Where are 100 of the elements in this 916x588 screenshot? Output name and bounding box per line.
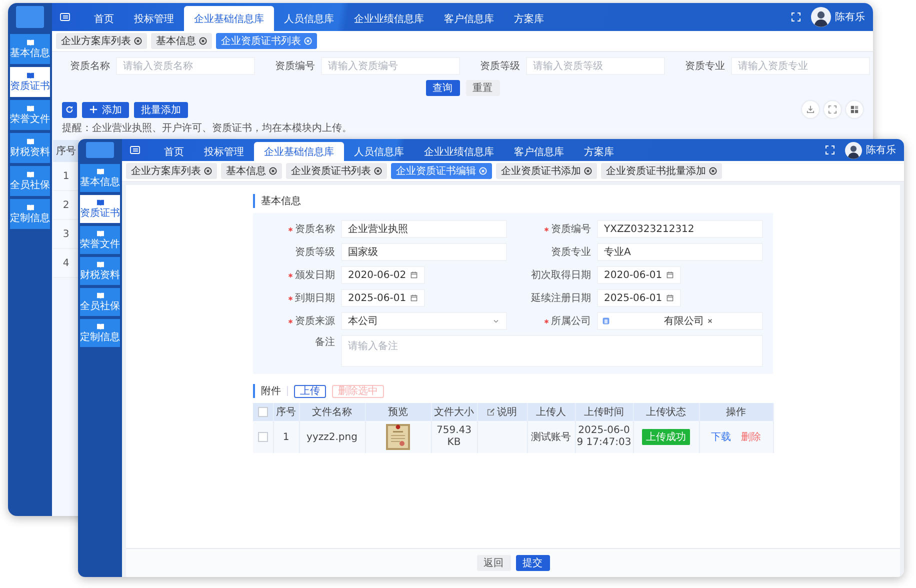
column-header: 文件名称 [312, 407, 352, 418]
reset-button[interactable]: 重置 [466, 80, 500, 96]
download-button[interactable] [802, 101, 819, 118]
refresh-button[interactable] [62, 102, 77, 118]
field-label: 延续注册日期 [531, 292, 591, 305]
page-tab[interactable]: 基本信息 [221, 163, 282, 179]
search-field[interactable]: 请输入资质名称 [116, 57, 255, 75]
page-tab[interactable]: 企业资质证书编辑 [391, 163, 492, 179]
date-field[interactable]: 2020-06-02 [341, 266, 425, 284]
nav-tab[interactable]: 首页 [154, 142, 194, 161]
nav-tab[interactable]: 方案库 [574, 142, 624, 161]
sidebar-item[interactable]: 全员社保 [80, 288, 120, 316]
upload-button[interactable]: 上传 [294, 384, 326, 398]
search-field[interactable]: 请输入资质编号 [321, 57, 460, 75]
checkbox[interactable] [258, 432, 268, 442]
sidebar-item[interactable]: 全员社保 [10, 166, 50, 196]
field-label: 备注 [315, 336, 335, 349]
nav-tab[interactable]: 客户信息库 [434, 6, 504, 31]
menu-icon[interactable] [60, 13, 70, 21]
tag-field[interactable]: 有限公司 [597, 312, 763, 330]
nav-tab[interactable]: 企业业绩信息库 [414, 142, 504, 161]
sidebar-item[interactable]: 财税资料 [80, 257, 120, 285]
close-icon[interactable] [709, 167, 717, 175]
calendar-icon[interactable] [666, 271, 674, 279]
sidebar-item[interactable]: 定制信息 [80, 319, 120, 347]
close-icon[interactable] [584, 167, 592, 175]
search-field[interactable]: 请输入资质等级 [526, 57, 665, 75]
back-button[interactable]: 返回 [476, 555, 510, 571]
select-field[interactable]: 本公司 [341, 312, 507, 330]
menu-icon[interactable] [130, 146, 140, 154]
calendar-icon[interactable] [410, 271, 418, 279]
fullscreen-icon [828, 105, 837, 114]
text-field[interactable]: 专业A [597, 243, 763, 261]
field-label: 所属公司 [551, 314, 591, 328]
close-icon[interactable] [706, 317, 714, 325]
field-label: 资质名称 [295, 222, 335, 236]
close-icon[interactable] [204, 167, 212, 175]
sidebar-item[interactable]: 定制信息 [10, 199, 50, 229]
checkbox[interactable] [258, 406, 268, 417]
download-icon [806, 105, 815, 114]
page-tab[interactable]: 企业资质证书添加 [496, 163, 597, 179]
submit-button[interactable]: 提交 [516, 555, 550, 571]
remark-field[interactable]: 请输入备注 [341, 335, 763, 367]
nav-tab[interactable]: 投标管理 [124, 6, 184, 31]
book-icon [96, 168, 104, 175]
nav-tab[interactable]: 企业业绩信息库 [344, 6, 434, 31]
search-field[interactable]: 请输入资质专业 [731, 57, 870, 75]
date-field[interactable]: 2025-06-01 [341, 289, 425, 307]
hint-text: 提醒：企业营业执照、开户许可、资质证书，均在本模块内上传。 [62, 123, 353, 135]
date-field[interactable]: 2020-06-01 [597, 266, 681, 284]
avatar[interactable] [845, 142, 862, 158]
nav-tab[interactable]: 投标管理 [194, 142, 254, 161]
text-field[interactable]: 国家级 [341, 243, 507, 261]
add-button[interactable]: 添加 [82, 102, 129, 118]
text-field[interactable]: 企业营业执照 [341, 220, 507, 238]
fullscreen-icon[interactable] [791, 12, 801, 22]
page-tab[interactable]: 企业资质证书列表 [216, 33, 317, 49]
fullscreen-button[interactable] [824, 101, 841, 118]
column-header: 预览 [388, 407, 408, 418]
page-tab[interactable]: 企业资质证书列表 [286, 163, 387, 179]
nav-tab[interactable]: 人员信息库 [344, 142, 414, 161]
calendar-icon[interactable] [666, 294, 674, 302]
close-icon[interactable] [199, 37, 207, 45]
close-icon[interactable] [269, 167, 277, 175]
download-link[interactable]: 下载 [711, 430, 731, 444]
page-tab[interactable]: 企业方案库列表 [56, 33, 147, 49]
sidebar-item[interactable]: 荣誉文件 [10, 100, 50, 130]
sidebar-item[interactable]: 基本信息 [80, 164, 120, 192]
columns-button[interactable] [846, 101, 863, 118]
sidebar-item[interactable]: 荣誉文件 [80, 226, 120, 254]
sidebar-item[interactable]: 基本信息 [10, 34, 50, 64]
search-button[interactable]: 查询 [426, 80, 460, 96]
sidebar-item[interactable]: 财税资料 [10, 133, 50, 163]
table-cell: yyzz2.png [306, 432, 358, 442]
nav-tab[interactable]: 人员信息库 [274, 6, 344, 31]
status-tag: 上传成功 [642, 429, 690, 445]
book-icon [26, 105, 34, 112]
avatar[interactable] [811, 7, 831, 27]
page-tab[interactable]: 企业方案库列表 [126, 163, 217, 179]
sidebar-item[interactable]: 资质证书 [80, 195, 120, 223]
book-icon [96, 199, 104, 206]
batch-add-button[interactable]: 批量添加 [134, 102, 188, 118]
column-header: 上传时间 [584, 407, 624, 418]
page-tab[interactable]: 企业资质证书批量添加 [601, 163, 722, 179]
nav-tab[interactable]: 企业基础信息库 [254, 142, 344, 161]
text-field[interactable]: YXZZ0323212312 [597, 220, 763, 238]
fullscreen-icon[interactable] [825, 145, 835, 155]
nav-tab[interactable]: 方案库 [504, 6, 554, 31]
nav-tab[interactable]: 客户信息库 [504, 142, 574, 161]
field-label: 初次取得日期 [531, 268, 591, 282]
table-cell: 测试账号 [531, 432, 571, 443]
sidebar-item[interactable]: 资质证书 [10, 67, 50, 97]
calendar-icon[interactable] [410, 294, 418, 302]
close-icon[interactable] [374, 167, 382, 175]
book-icon [26, 171, 34, 178]
nav-tab[interactable]: 首页 [84, 6, 124, 31]
nav-tab[interactable]: 企业基础信息库 [184, 6, 274, 31]
date-field[interactable]: 2025-06-01 [597, 289, 681, 307]
page-tab[interactable]: 基本信息 [151, 33, 212, 49]
close-icon[interactable] [134, 37, 142, 45]
